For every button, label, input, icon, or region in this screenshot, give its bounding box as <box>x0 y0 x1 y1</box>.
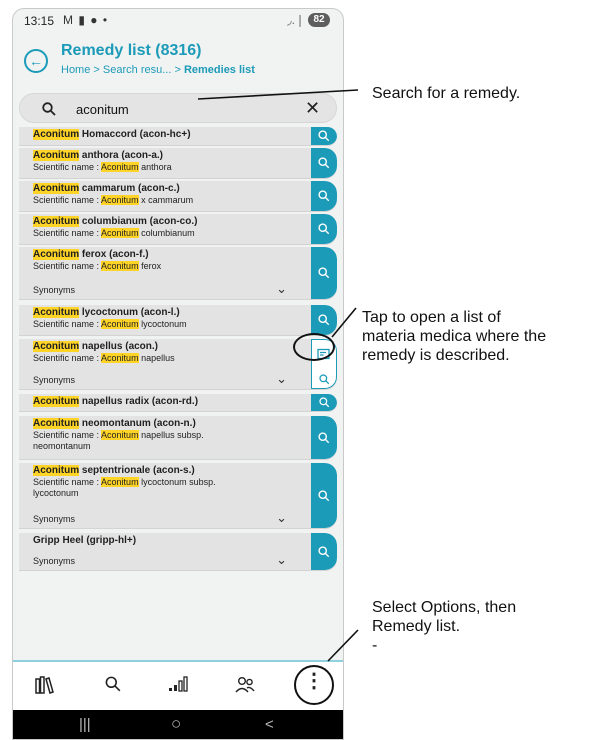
annotation-materia-medica: Tap to open a list of materia medica whe… <box>362 308 546 365</box>
annotation-line-1: Select Options, then <box>372 599 517 616</box>
annotation-line-2: materia medica where the <box>362 328 547 345</box>
annotation-line-search <box>197 89 359 100</box>
annotation-line-2: Remedy list. <box>372 618 461 635</box>
annotation-search: Search for a remedy. <box>372 85 521 102</box>
annotation-line-3: remedy is described. <box>362 347 510 364</box>
annotation-line-options <box>327 629 359 662</box>
annotation-line-3: - <box>372 637 378 654</box>
annotation-options: Select Options, then Remedy list. - <box>372 598 516 655</box>
annotation-line-1: Tap to open a list of <box>362 309 501 326</box>
annotation-line-materia-medica <box>331 307 357 338</box>
